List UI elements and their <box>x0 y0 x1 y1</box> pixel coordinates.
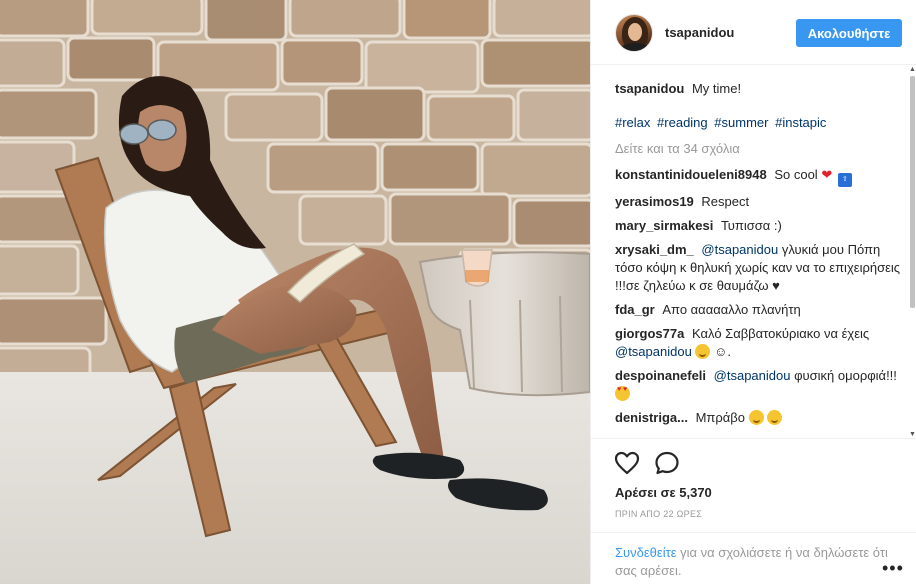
comment-item: xrysaki_dm_ @tsapanidou γλυκιά μου Πόπη … <box>615 241 907 295</box>
post-photo[interactable] <box>0 0 590 584</box>
post-caption: tsapanidou My time! <box>615 80 907 98</box>
comment-text: Τυπισσα :) <box>720 218 782 233</box>
comment-item: despoinanefeli @tsapanidou φυσική ομορφι… <box>615 367 907 403</box>
smiley-emoji-icon <box>748 410 764 425</box>
heart-outline-icon[interactable] <box>613 449 641 477</box>
comment-text: Μπράβο <box>695 410 746 425</box>
comment-username[interactable]: konstantinidoueleni8948 <box>615 167 767 182</box>
photo-illustration <box>0 0 590 584</box>
post-details-panel: tsapanidou Ακολουθήστε tsapanidou My tim… <box>590 0 916 584</box>
comment-username[interactable]: fda_gr <box>615 302 655 317</box>
top-arrow-emoji-icon: ⇧ <box>837 173 852 187</box>
post-header: tsapanidou Ακολουθήστε <box>591 0 916 65</box>
comments-list: tsapanidou My time! #relax #reading #sum… <box>615 80 907 436</box>
comment-text: Respect <box>701 194 750 209</box>
comment-item: fda_gr Απο αααααλλο πλανήτη <box>615 301 907 319</box>
caption-text: My time! <box>691 81 742 96</box>
follow-button[interactable]: Ακολουθήστε <box>796 19 902 47</box>
heart-emoji-icon: ❤ <box>821 167 833 182</box>
comment-text-suffix: ☺. <box>714 344 731 359</box>
scroll-up-arrow-icon[interactable]: ▲ <box>909 66 916 73</box>
likes-count[interactable]: Αρέσει σε 5,370 <box>615 485 712 500</box>
comment-text: φυσική ομορφιά!!! <box>794 368 897 383</box>
hashtag-link[interactable]: #instapic <box>775 115 826 130</box>
comment-item: konstantinidoueleni8948 So cool ❤ ⇧ <box>615 166 907 187</box>
comment-username[interactable]: despoinanefeli <box>615 368 706 383</box>
hashtag-link[interactable]: #summer <box>714 115 768 130</box>
login-link[interactable]: Συνδεθείτε <box>615 545 677 560</box>
comment-item: mary_sirmakesi Τυπισσα :) <box>615 217 907 235</box>
scroll-down-arrow-icon[interactable]: ▼ <box>909 431 916 438</box>
avatar[interactable] <box>615 14 653 52</box>
post-actions: Αρέσει σε 5,370 ΠΡΙΝ ΑΠΟ 22 ΩΡΕΣ Συνδεθε… <box>591 438 916 584</box>
username-link[interactable]: tsapanidou <box>665 25 734 40</box>
comment-text: Καλό Σαββατοκύριακο να έχεις <box>691 326 870 341</box>
comment-username[interactable]: mary_sirmakesi <box>615 218 713 233</box>
comment-item: giorgos77a Καλό Σαββατοκύριακο να έχεις … <box>615 325 907 361</box>
comment-mention-link[interactable]: @tsapanidou <box>615 344 692 359</box>
comment-text: So cool <box>774 167 818 182</box>
login-prompt: Συνδεθείτε για να σχολιάσετε ή να δηλώσε… <box>591 532 916 584</box>
comment-username[interactable]: yerasimos19 <box>615 194 694 209</box>
hashtag-link[interactable]: #relax <box>615 115 650 130</box>
comment-item: yerasimos19 Respect <box>615 193 907 211</box>
hashtag-link[interactable]: #reading <box>657 115 708 130</box>
comments-scrollbar[interactable]: ▲ ▼ <box>908 66 916 438</box>
comment-username[interactable]: denistriga... <box>615 410 688 425</box>
comment-username[interactable]: giorgos77a <box>615 326 684 341</box>
comment-item: denistriga... Μπράβο <box>615 409 907 427</box>
speech-bubble-icon[interactable] <box>653 449 681 477</box>
comment-mention-link[interactable]: @tsapanidou <box>701 242 778 257</box>
comment-text: Απο αααααλλο πλανήτη <box>662 302 801 317</box>
scrollbar-thumb[interactable] <box>910 76 915 308</box>
post-timestamp: ΠΡΙΝ ΑΠΟ 22 ΩΡΕΣ <box>615 509 703 519</box>
heart-eyes-emoji-icon <box>615 386 630 401</box>
hashtag-list: #relax #reading #summer #instapic <box>615 114 907 132</box>
comment-mention-link[interactable]: @tsapanidou <box>714 368 791 383</box>
ellipsis-icon[interactable]: ••• <box>882 559 904 577</box>
smiley-emoji-icon <box>695 344 711 359</box>
comment-username[interactable]: tsapanidou <box>615 81 684 96</box>
comment-username[interactable]: xrysaki_dm_ <box>615 242 694 257</box>
smiley-emoji-icon <box>767 410 783 425</box>
load-more-comments-link[interactable]: Δείτε και τα 34 σχόλια <box>615 140 907 158</box>
